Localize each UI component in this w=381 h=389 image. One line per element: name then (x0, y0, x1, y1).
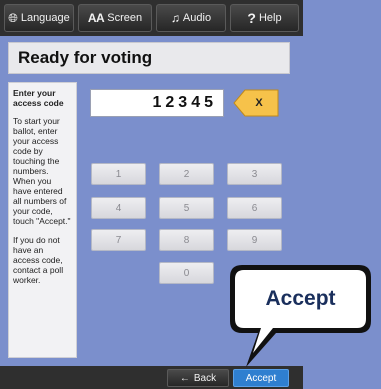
key-5[interactable]: 5 (159, 197, 214, 219)
language-button[interactable]: 🌐︎ Language (4, 4, 74, 32)
access-code-display: 12345 (90, 89, 224, 117)
ballot-screen: 🌐︎ Language AA Screen ♫ Audio ? Help Rea… (0, 0, 381, 389)
audio-label: Audio (182, 12, 212, 24)
language-label: Language (20, 12, 70, 24)
back-label: Back (193, 372, 217, 384)
help-icon: ? (247, 10, 256, 26)
key-3[interactable]: 3 (227, 163, 282, 185)
page-title: Ready for voting (8, 42, 290, 74)
key-2[interactable]: 2 (159, 163, 214, 185)
instructions-heading: Enter your access code (13, 88, 64, 108)
clear-label: X (255, 97, 263, 109)
key-6[interactable]: 6 (227, 197, 282, 219)
screen-button[interactable]: AA Screen (78, 4, 152, 32)
key-8[interactable]: 8 (159, 229, 214, 251)
key-9[interactable]: 9 (227, 229, 282, 251)
audio-button[interactable]: ♫ Audio (156, 4, 226, 32)
key-4[interactable]: 4 (91, 197, 146, 219)
speaker-icon: ♫ (170, 11, 180, 25)
key-7[interactable]: 7 (91, 229, 146, 251)
key-1[interactable]: 1 (91, 163, 146, 185)
clear-button[interactable]: X (233, 89, 279, 117)
help-button[interactable]: ? Help (230, 4, 299, 32)
globe-icon: 🌐︎ (8, 10, 18, 25)
instructions-panel: Enter your access code To start your bal… (8, 82, 77, 358)
arrow-left-icon: ← (179, 372, 190, 384)
key-0[interactable]: 0 (159, 262, 214, 284)
help-label: Help (258, 12, 282, 24)
back-button[interactable]: ← Back (167, 369, 229, 387)
top-toolbar: 🌐︎ Language AA Screen ♫ Audio ? Help (0, 0, 303, 36)
accept-button[interactable]: Accept (233, 369, 289, 387)
callout-label: Accept (265, 287, 336, 310)
screen-label: Screen (107, 12, 143, 24)
text-size-icon: AA (87, 11, 105, 25)
accept-callout: Accept (228, 263, 373, 371)
instructions-text: To start your ballot, enter your access … (13, 116, 71, 226)
instructions-help-text: If you do not have an access code, conta… (13, 235, 64, 285)
